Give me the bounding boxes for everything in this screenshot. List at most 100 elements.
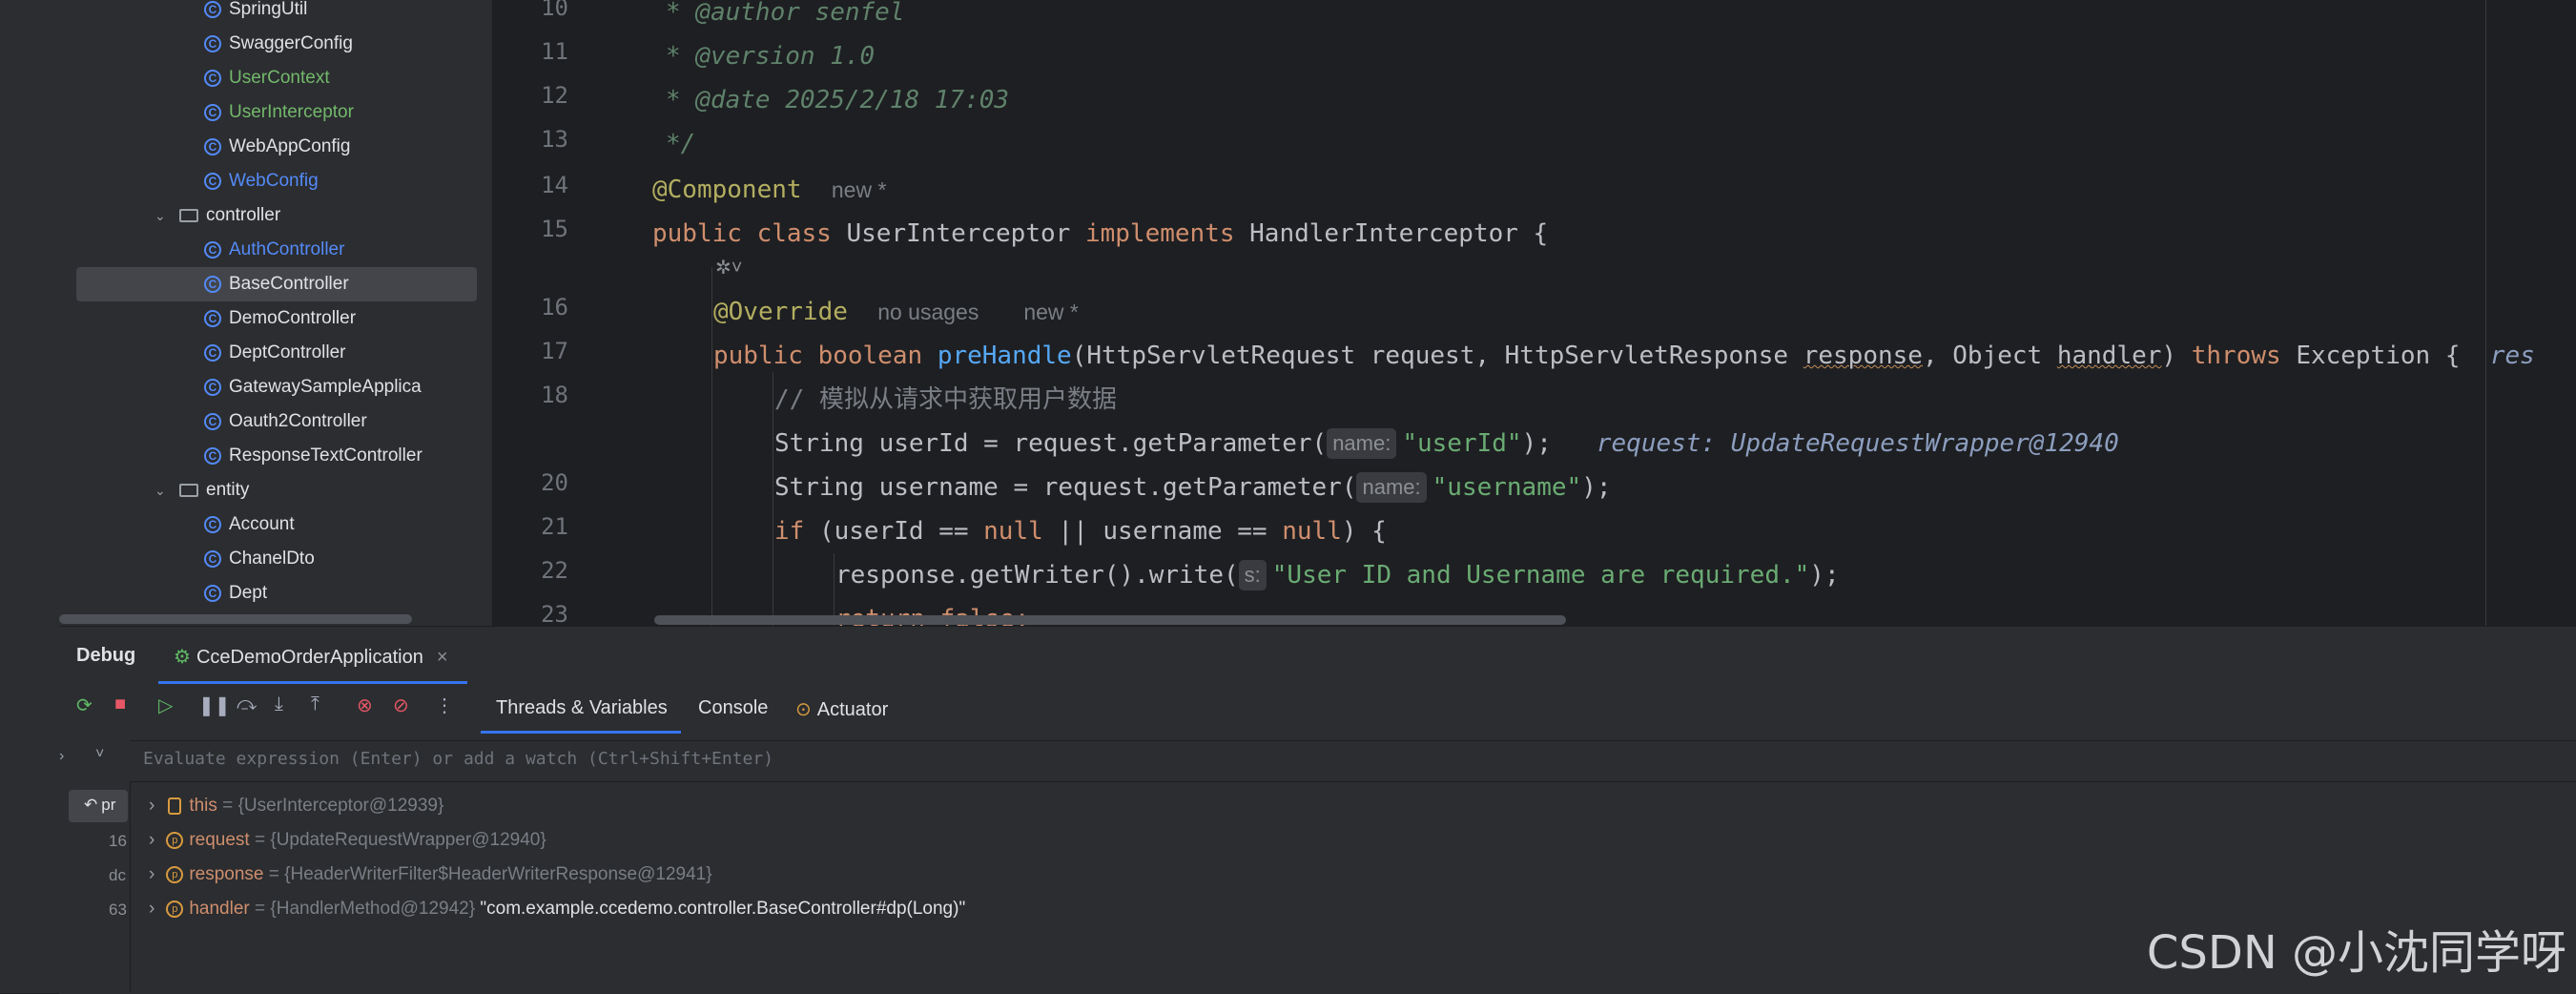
variable-row[interactable]: › p handler = {HandlerMethod@12942} "com.e… <box>149 899 965 920</box>
keyword: public boolean <box>713 342 938 370</box>
interface-name: HandlerInterceptor { <box>1249 219 1549 248</box>
variable-string: "com.example.ccedemo.controller.BaseCont… <box>480 899 966 919</box>
chevron-right-icon[interactable]: › <box>149 899 155 919</box>
chevron-right-icon[interactable]: › <box>59 748 64 765</box>
tree-item[interactable]: C WebConfig <box>204 164 319 198</box>
view-breakpoints-icon[interactable]: ⊗ <box>357 694 373 717</box>
class-icon: C <box>204 549 221 568</box>
editor-scrollbar[interactable] <box>654 615 1566 625</box>
code-editor[interactable]: * @author senfel * @version 1.0 * @date … <box>652 0 2576 626</box>
tree-item[interactable]: C ResponseTextController <box>204 439 422 473</box>
tree-item[interactable]: C DeptController <box>204 336 346 370</box>
frame-item[interactable]: dc <box>109 866 126 885</box>
tree-item[interactable]: C ChanelDto <box>204 542 315 576</box>
field-icon <box>168 797 182 815</box>
tree-item[interactable]: C SpringUtil <box>204 0 307 27</box>
line-number: 16 <box>541 294 568 321</box>
resume-icon[interactable]: ▷ <box>158 694 173 717</box>
tree-item-label: UserInterceptor <box>229 102 354 122</box>
variable-row[interactable]: › this = {UserInterceptor@12939} <box>149 796 443 817</box>
close-icon[interactable]: × <box>437 647 448 668</box>
debug-panel-title: Debug <box>76 645 136 666</box>
variable-row[interactable]: › p response = {HeaderWriterFilter$HeaderW… <box>149 864 712 885</box>
keyword: null <box>1282 517 1342 546</box>
session-tab-label: CceDemoOrderApplication <box>196 647 423 668</box>
tree-item[interactable]: ⌄ controller <box>155 198 280 233</box>
tree-item-label: SpringUtil <box>229 0 308 19</box>
tab-actuator[interactable]: ⊙ Actuator <box>795 697 888 721</box>
tree-item-label: Dept <box>229 583 268 603</box>
chevron-right-icon[interactable]: › <box>149 864 155 884</box>
variable-row[interactable]: › p request = {UpdateRequestWrapper@12940} <box>149 830 546 851</box>
pause-icon[interactable]: ❚❚ <box>198 694 231 717</box>
tree-item[interactable]: C DemoController <box>204 301 356 336</box>
class-icon: C <box>204 69 221 87</box>
usage-hint[interactable]: new * <box>832 177 887 202</box>
code-line-15: public class UserInterceptor implements … <box>652 212 1548 256</box>
keyword: throws <box>2191 342 2297 370</box>
line-number: 13 <box>541 126 568 153</box>
line-number: 18 <box>541 382 568 408</box>
tree-item[interactable]: C Dept <box>204 576 267 611</box>
tree-item[interactable]: C AuthController <box>204 233 344 267</box>
doc-tag: * @version <box>666 42 815 71</box>
ai-assist-icon[interactable]: ✲˅ <box>715 256 742 280</box>
doc-tag: * @date <box>666 86 771 114</box>
author-hint[interactable]: new * <box>1023 300 1079 324</box>
chevron-right-icon[interactable]: › <box>149 830 155 850</box>
usage-hint[interactable]: no usages <box>877 300 979 324</box>
frame-label: pr <box>101 796 116 814</box>
chevron-down-icon[interactable]: ⌄ <box>155 473 168 507</box>
class-icon: C <box>204 343 221 362</box>
rerun-icon[interactable]: ⟳ <box>76 694 93 717</box>
variable-name: this <box>189 796 217 816</box>
frame-item[interactable]: ↶ pr <box>84 796 115 815</box>
more-icon[interactable]: ⋮ <box>435 694 454 717</box>
tree-item[interactable]: C GatewaySampleApplica <box>204 370 422 404</box>
code-line-11: * @version 1.0 <box>666 34 875 78</box>
param-warning: handler <box>2056 342 2162 370</box>
tree-item[interactable]: C Account <box>204 507 295 542</box>
parameter-icon: p <box>166 900 184 918</box>
tree-item[interactable]: C UserInterceptor <box>204 95 354 130</box>
variable-value: {UpdateRequestWrapper@12940} <box>270 830 546 850</box>
tree-item[interactable]: C SwaggerConfig <box>204 27 353 61</box>
tree-item[interactable]: ⌄ entity <box>155 473 249 507</box>
tree-item-label: AuthController <box>229 239 345 259</box>
step-over-icon[interactable]: ⤼ <box>237 694 257 715</box>
step-out-icon[interactable]: ⤒ <box>311 694 319 715</box>
right-margin-guide <box>2485 0 2486 626</box>
doc-value: senfel <box>799 0 905 27</box>
code-line-18: // 模拟从请求中获取用户数据 <box>774 385 1117 414</box>
tree-item[interactable]: C WebAppConfig <box>204 130 350 164</box>
chevron-right-icon[interactable]: › <box>149 796 155 816</box>
mute-breakpoints-icon[interactable]: ⊘ <box>393 694 409 717</box>
keyword: null <box>983 517 1043 546</box>
frame-item[interactable]: 16 <box>109 832 127 851</box>
tree-item[interactable]: C Oauth2Controller <box>204 404 367 439</box>
project-tree-scrollbar[interactable] <box>59 614 412 624</box>
stop-icon[interactable]: ■ <box>114 694 126 715</box>
inline-debug-value[interactable]: request: UpdateRequestWrapper@12940 <box>1597 429 2119 458</box>
tree-item-label: ResponseTextController <box>229 445 422 466</box>
class-icon: C <box>204 412 221 430</box>
bug-icon: ⚙ <box>174 647 191 668</box>
tab-console[interactable]: Console <box>698 697 768 719</box>
keyword: public class <box>652 219 847 248</box>
code: response.getWriter().write( <box>835 561 1239 590</box>
debug-session-tab[interactable]: ⚙ CceDemoOrderApplication × <box>174 645 448 669</box>
tree-item[interactable]: C BaseController <box>76 267 477 301</box>
tree-item[interactable]: C UserContext <box>204 61 330 95</box>
tree-item-label: controller <box>206 205 281 225</box>
annotation: @Component <box>652 176 802 204</box>
parameter-icon: p <box>166 865 184 883</box>
class-icon: C <box>204 137 221 155</box>
params: ) <box>2161 342 2192 370</box>
line-number: 14 <box>541 172 568 198</box>
chevron-down-icon[interactable]: ⌄ <box>155 198 168 233</box>
tab-threads-variables[interactable]: Threads & Variables <box>496 697 668 719</box>
step-into-icon[interactable]: ⤓ <box>275 694 283 715</box>
frame-item[interactable]: 63 <box>109 901 127 920</box>
line-number: 15 <box>541 216 568 242</box>
chevron-down-icon[interactable]: ˅ <box>95 746 104 763</box>
